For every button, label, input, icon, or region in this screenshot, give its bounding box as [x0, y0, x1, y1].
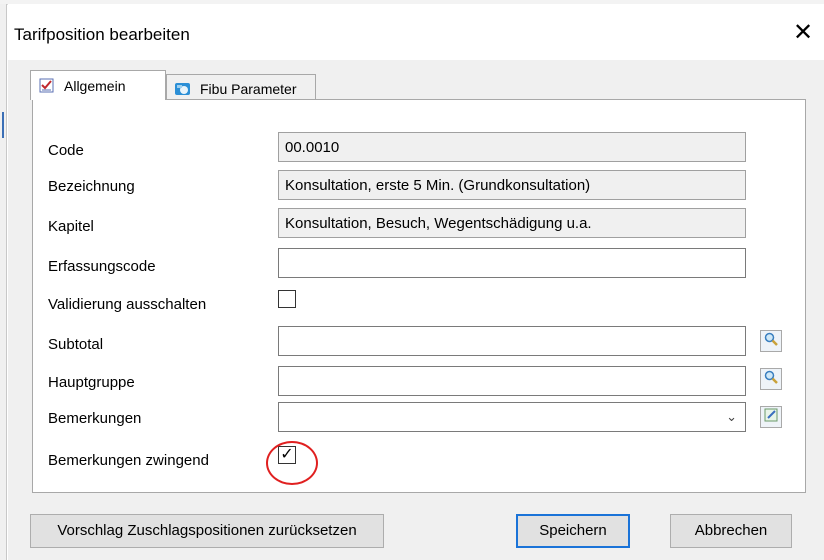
- reset-surcharge-button[interactable]: Vorschlag Zuschlagspositionen zurücksetz…: [30, 514, 384, 548]
- tab-allgemein-label: Allgemein: [64, 77, 126, 94]
- background-window-edge-left: [0, 4, 7, 560]
- title-bar: Tarifposition bearbeiten ✕: [8, 4, 824, 60]
- background-selection-marker: [2, 112, 4, 138]
- validierung-checkbox[interactable]: [278, 290, 296, 308]
- bemerkungen-label: Bemerkungen: [48, 410, 142, 427]
- cancel-button[interactable]: Abbrechen: [670, 514, 792, 548]
- close-button[interactable]: ✕: [788, 18, 818, 48]
- subtotal-field[interactable]: [278, 326, 746, 356]
- bemerkungen-edit-button[interactable]: [760, 406, 782, 428]
- kapitel-field[interactable]: Konsultation, Besuch, Wegentschädigung u…: [278, 208, 746, 238]
- erfassungscode-field[interactable]: [278, 248, 746, 278]
- magnifier-icon: [764, 332, 778, 350]
- tab-fibu-parameter[interactable]: Fibu Parameter: [166, 74, 316, 102]
- bemerkungen-zwingend-label: Bemerkungen zwingend: [48, 452, 209, 469]
- code-label: Code: [48, 142, 84, 159]
- validierung-label: Validierung ausschalten: [48, 296, 207, 313]
- tab-fibu-parameter-label: Fibu Parameter: [200, 80, 297, 97]
- edit-icon: [764, 408, 778, 426]
- hauptgruppe-search-button[interactable]: [760, 368, 782, 390]
- bezeichnung-label: Bezeichnung: [48, 178, 135, 195]
- subtotal-label: Subtotal: [48, 336, 104, 353]
- checklist-icon: [39, 78, 54, 93]
- hauptgruppe-field[interactable]: [278, 366, 746, 396]
- hauptgruppe-label: Hauptgruppe: [48, 374, 135, 391]
- edit-tariff-dialog: Tarifposition bearbeiten ✕ Allgemein Fib…: [8, 4, 824, 560]
- erfassungscode-label: Erfassungscode: [48, 258, 156, 275]
- magnifier-icon: [764, 370, 778, 388]
- chevron-down-icon[interactable]: ⌄: [726, 409, 737, 425]
- subtotal-search-button[interactable]: [760, 330, 782, 352]
- fibu-icon: [175, 81, 190, 96]
- tab-allgemein[interactable]: Allgemein: [30, 70, 166, 100]
- kapitel-label: Kapitel: [48, 218, 94, 235]
- dialog-title: Tarifposition bearbeiten: [14, 25, 190, 44]
- bemerkungen-combo[interactable]: ⌄: [278, 402, 746, 432]
- code-field[interactable]: 00.0010: [278, 132, 746, 162]
- bezeichnung-field[interactable]: Konsultation, erste 5 Min. (Grundkonsult…: [278, 170, 746, 200]
- highlight-circle: [266, 441, 318, 485]
- save-button[interactable]: Speichern: [516, 514, 630, 548]
